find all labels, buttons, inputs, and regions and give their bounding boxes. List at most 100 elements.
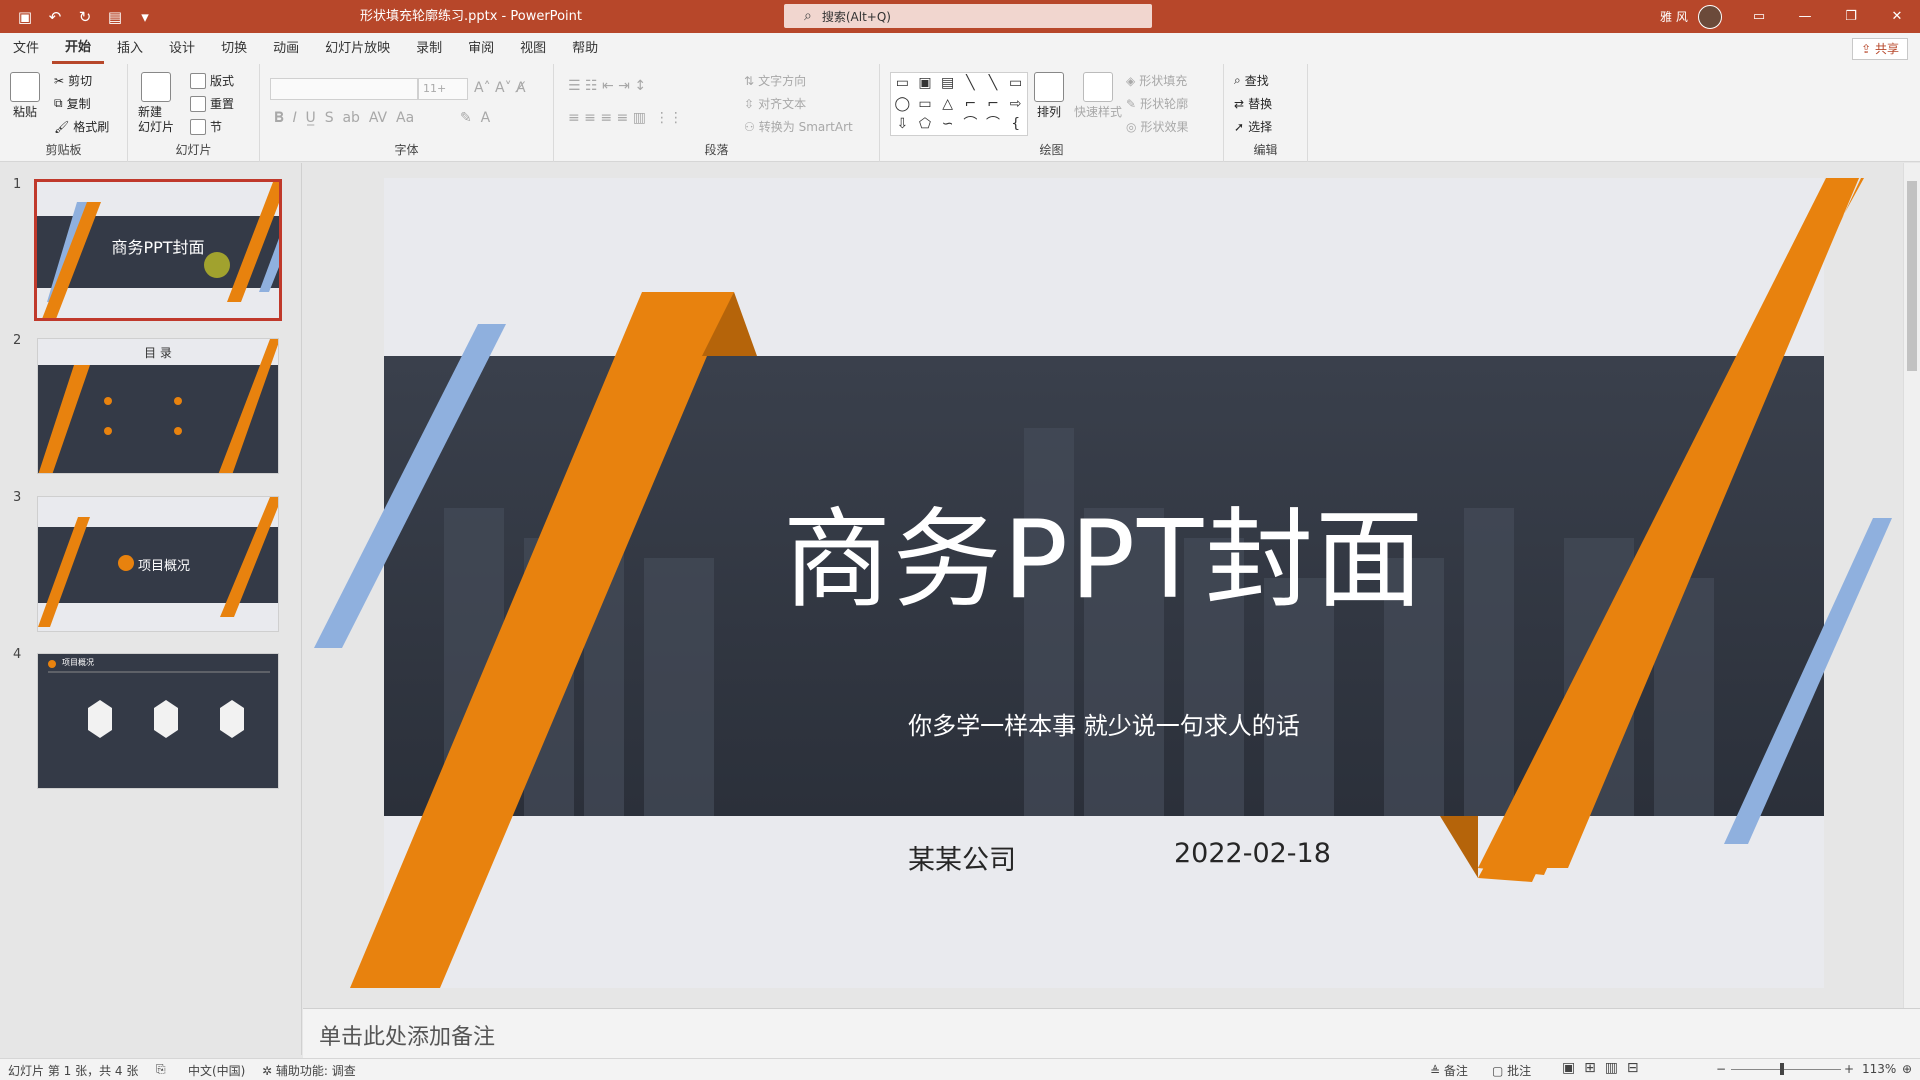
font-family-select[interactable] bbox=[270, 78, 418, 100]
window-controls: ▭ — ❐ ✕ bbox=[1736, 0, 1920, 33]
fit-to-window-icon[interactable]: ⊕ bbox=[1902, 1062, 1912, 1076]
notes-pane[interactable]: 单击此处添加备注 bbox=[303, 1008, 1920, 1058]
slide-company[interactable]: 某某公司 bbox=[908, 838, 1016, 877]
paragraph-group: ☰ ☷ ⇤ ⇥ ↕ ⇅ 文字方向 ⇳ 对齐文本 ⚇ 转换为 SmartArt ≡ ≡ … bbox=[554, 64, 880, 162]
slide-thumbnail-1[interactable]: 商务PPT封面 bbox=[34, 179, 282, 321]
quick-styles-icon bbox=[1083, 72, 1113, 102]
vertical-scrollbar[interactable] bbox=[1903, 163, 1920, 1008]
smartart-label: 转换为 SmartArt bbox=[758, 120, 853, 134]
accessibility-status[interactable]: ✲ 辅助功能: 调查 bbox=[262, 1062, 356, 1079]
quick-styles-button[interactable]: 快速样式 bbox=[1074, 72, 1122, 120]
restore-icon[interactable]: ❐ bbox=[1828, 0, 1874, 33]
notes-toggle[interactable]: ≜ 备注 bbox=[1430, 1062, 1468, 1079]
align-buttons[interactable]: ≡ ≡ ≡ ≡ ▥ ⋮⋮ bbox=[568, 110, 683, 126]
tab-slideshow[interactable]: 幻灯片放映 bbox=[312, 33, 403, 64]
smartart-icon: ⚇ bbox=[744, 119, 755, 134]
text-direction-icon: ⇅ bbox=[744, 73, 755, 88]
tab-view[interactable]: 视图 bbox=[507, 33, 559, 64]
new-slide-button[interactable]: 新建 幻灯片 bbox=[138, 72, 174, 135]
section-button[interactable]: 节 bbox=[190, 118, 222, 135]
select-button[interactable]: ➚ 选择 bbox=[1234, 118, 1272, 135]
new-slide-icon bbox=[141, 72, 171, 102]
list-buttons[interactable]: ☰ ☷ ⇤ ⇥ ↕ bbox=[568, 78, 646, 94]
zoom-out-icon[interactable]: − bbox=[1716, 1062, 1726, 1076]
save-icon[interactable]: ▣ bbox=[14, 6, 36, 28]
document-title: 形状填充轮廓练习.pptx - PowerPoint bbox=[360, 9, 582, 24]
thumb-1-title: 商务PPT封面 bbox=[111, 238, 205, 257]
brush-icon: 🖌 bbox=[54, 119, 70, 134]
view-buttons[interactable]: ▣ ⊞ ▥ ⊟ bbox=[1562, 1060, 1639, 1076]
ribbon-display-icon[interactable]: ▭ bbox=[1736, 0, 1782, 33]
smartart-button[interactable]: ⚇ 转换为 SmartArt bbox=[744, 118, 853, 135]
shape-outline-label: 形状轮廓 bbox=[1140, 97, 1189, 111]
thumb-number: 1 bbox=[13, 177, 22, 192]
tab-design[interactable]: 设计 bbox=[156, 33, 208, 64]
slide-thumbnail-2[interactable]: 目 录 bbox=[37, 338, 279, 474]
slide-thumbnail-4[interactable]: 项目概况 bbox=[37, 653, 279, 789]
copy-button[interactable]: ⧉ 复制 bbox=[54, 95, 91, 112]
thumb-3-title: 项目概况 bbox=[138, 559, 191, 574]
slide-thumbnails-panel: 1 商务PPT封面 2 目 录 3 项目概况 4 项目概况 bbox=[0, 163, 302, 1055]
tab-home[interactable]: 开始 bbox=[52, 33, 105, 64]
zoom-in-icon[interactable]: + bbox=[1844, 1062, 1854, 1076]
tab-review[interactable]: 审阅 bbox=[455, 33, 507, 64]
tab-record[interactable]: 录制 bbox=[403, 33, 455, 64]
font-label: 字体 bbox=[394, 143, 419, 157]
replace-button[interactable]: ⇄ 替换 bbox=[1234, 95, 1272, 112]
notes-icon: ≜ bbox=[1430, 1064, 1444, 1078]
slide-thumbnail-3[interactable]: 项目概况 bbox=[37, 496, 279, 632]
slide-subtitle[interactable]: 你多学一样本事 就少说一句求人的话 bbox=[384, 706, 1824, 741]
shapes-gallery[interactable]: ▭ ▣ ▤ ╲ ╲ ▭ ◯ ▭ △ ⌐ ⌐ ⇨ ⇩ ⬠ ∽ ⌒ ⌒{ bbox=[890, 72, 1028, 136]
paint-bucket-icon: ◈ bbox=[1126, 73, 1136, 88]
editing-group: ⌕ 查找 ⇄ 替换 ➚ 选择 编辑 bbox=[1224, 64, 1308, 162]
font-size-select[interactable]: 11+ bbox=[418, 78, 468, 100]
tab-transitions[interactable]: 切换 bbox=[208, 33, 260, 64]
close-icon[interactable]: ✕ bbox=[1874, 0, 1920, 33]
font-format-buttons[interactable]: 𝐁 𝐼 U̲ S ab AV Aa bbox=[274, 110, 414, 126]
shape-outline-button[interactable]: ✎ 形状轮廓 bbox=[1126, 95, 1188, 112]
reset-label: 重置 bbox=[210, 97, 235, 111]
copy-icon: ⧉ bbox=[54, 96, 63, 110]
share-button[interactable]: ⇪ 共享 bbox=[1852, 38, 1908, 60]
align-text-button[interactable]: ⇳ 对齐文本 bbox=[744, 95, 806, 112]
accessibility-label: 辅助功能: 调查 bbox=[275, 1064, 356, 1078]
text-direction-button[interactable]: ⇅ 文字方向 bbox=[744, 72, 806, 89]
paste-button[interactable]: 粘贴 bbox=[10, 72, 40, 120]
user-area[interactable]: 雅 风 bbox=[1660, 0, 1722, 33]
find-icon: ⌕ bbox=[1234, 73, 1241, 87]
zoom-level[interactable]: 113% bbox=[1862, 1062, 1896, 1076]
tab-help[interactable]: 帮助 bbox=[559, 33, 611, 64]
paragraph-label: 段落 bbox=[704, 143, 729, 157]
slides-label: 幻灯片 bbox=[175, 143, 212, 157]
avatar[interactable] bbox=[1697, 4, 1722, 29]
zoom-slider-handle[interactable] bbox=[1780, 1063, 1784, 1075]
start-slideshow-icon[interactable]: ▤ bbox=[104, 6, 126, 28]
zoom-slider[interactable] bbox=[1731, 1069, 1841, 1070]
shape-fill-button[interactable]: ◈ 形状填充 bbox=[1126, 72, 1187, 89]
tab-insert[interactable]: 插入 bbox=[104, 33, 156, 64]
font-size-buttons[interactable]: A˄ A˅ A̸ bbox=[474, 80, 526, 96]
reset-button[interactable]: 重置 bbox=[190, 95, 234, 112]
customize-qat-icon[interactable]: ▾ bbox=[134, 6, 156, 28]
layout-button[interactable]: 版式 bbox=[190, 72, 234, 89]
redo-icon[interactable]: ↻ bbox=[74, 6, 96, 28]
slide-title[interactable]: 商务PPT封面 bbox=[384, 473, 1824, 629]
minimize-icon[interactable]: — bbox=[1782, 0, 1828, 33]
search-box[interactable]: ⌕ 搜索(Alt+Q) bbox=[784, 4, 1152, 28]
cut-button[interactable]: ✂ 剪切 bbox=[54, 72, 92, 89]
tab-file[interactable]: 文件 bbox=[0, 33, 52, 64]
layout-label: 版式 bbox=[210, 74, 235, 88]
slide-canvas[interactable]: 商务PPT封面 你多学一样本事 就少说一句求人的话 某某公司 2022-02-1… bbox=[314, 178, 1892, 988]
arrange-button[interactable]: 排列 bbox=[1034, 72, 1064, 120]
undo-icon[interactable]: ↶ bbox=[44, 6, 66, 28]
language[interactable]: 中文(中国) bbox=[188, 1062, 245, 1079]
slide-date[interactable]: 2022-02-18 bbox=[1174, 838, 1331, 869]
format-painter-button[interactable]: 🖌 格式刷 bbox=[54, 118, 109, 135]
spellcheck-icon[interactable]: ⎘ bbox=[156, 1062, 166, 1077]
comments-toggle[interactable]: ▢ 批注 bbox=[1492, 1062, 1531, 1079]
font-color-buttons[interactable]: ✎ A bbox=[460, 110, 490, 126]
tab-animations[interactable]: 动画 bbox=[260, 33, 312, 64]
scrollbar-thumb[interactable] bbox=[1907, 181, 1917, 371]
find-button[interactable]: ⌕ 查找 bbox=[1234, 72, 1269, 89]
shape-effects-button[interactable]: ◎ 形状效果 bbox=[1126, 118, 1189, 135]
